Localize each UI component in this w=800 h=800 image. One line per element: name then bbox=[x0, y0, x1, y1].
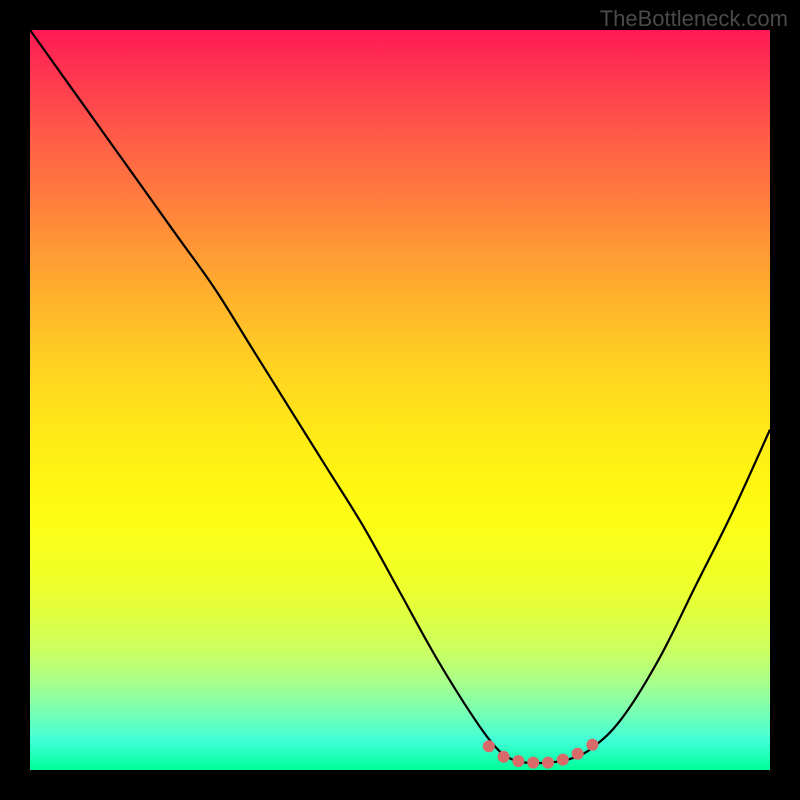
valley-marker bbox=[498, 751, 510, 763]
watermark-text: TheBottleneck.com bbox=[600, 6, 788, 32]
chart-plot-area bbox=[30, 30, 770, 770]
chart-svg bbox=[30, 30, 770, 770]
valley-marker bbox=[527, 757, 539, 769]
valley-marker bbox=[586, 739, 598, 751]
valley-marker bbox=[557, 754, 569, 766]
valley-marker bbox=[483, 740, 495, 752]
bottleneck-curve bbox=[30, 30, 770, 763]
valley-marker bbox=[542, 757, 554, 769]
valley-marker bbox=[572, 748, 584, 760]
valley-marker bbox=[512, 755, 524, 767]
